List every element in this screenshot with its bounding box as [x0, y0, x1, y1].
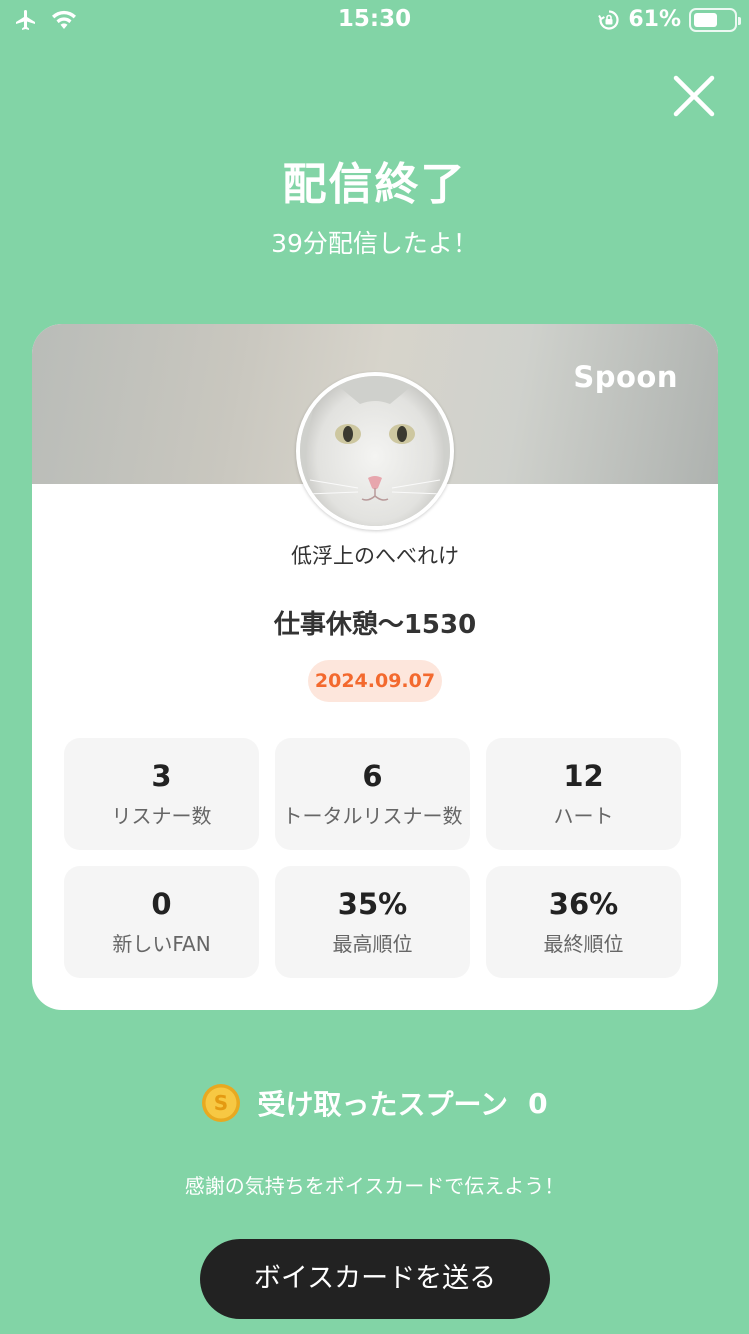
- stat-value: 6: [362, 759, 383, 793]
- broadcast-summary-card: Spoon 低浮上のへべれけ 仕事休憩〜1530 2024.09.07 3 リス…: [32, 324, 718, 1010]
- avatar[interactable]: [296, 372, 454, 530]
- status-right: 61%: [598, 7, 741, 32]
- spoons-received: S 受け取ったスプーン 0: [0, 1083, 749, 1123]
- stat-final-rank: 36% 最終順位: [486, 866, 681, 978]
- close-button[interactable]: [668, 70, 720, 122]
- stat-highest-rank: 35% 最高順位: [275, 866, 470, 978]
- stat-hearts: 12 ハート: [486, 738, 681, 850]
- stat-label: 最高順位: [332, 932, 413, 956]
- spoon-logo: Spoon: [573, 360, 678, 394]
- battery-icon: [689, 7, 741, 32]
- cat-avatar-image: [300, 376, 450, 526]
- status-bar: 15:30 61%: [0, 0, 749, 42]
- spoons-count: 0: [528, 1086, 548, 1120]
- rotation-lock-icon: [598, 9, 619, 30]
- stat-value: 36%: [548, 887, 619, 921]
- stat-label: 最終順位: [543, 932, 624, 956]
- svg-text:S: S: [214, 1091, 228, 1115]
- spoons-label: 受け取ったスプーン: [257, 1088, 509, 1121]
- username: 低浮上のへべれけ: [291, 544, 459, 568]
- battery-level: [694, 12, 718, 27]
- close-icon: [673, 75, 715, 117]
- page-title: 配信終了: [282, 159, 467, 210]
- send-voice-card-button[interactable]: ボイスカードを送る: [200, 1239, 550, 1319]
- stat-label: リスナー数: [111, 804, 212, 828]
- stat-label: 新しいFAN: [112, 932, 211, 956]
- stat-label: トータルリスナー数: [282, 804, 463, 828]
- battery-percent: 61%: [628, 7, 681, 32]
- stat-new-fans: 0 新しいFAN: [64, 866, 259, 978]
- date-badge: 2024.09.07: [308, 660, 442, 702]
- stat-value: 0: [151, 887, 172, 921]
- stat-value: 3: [151, 759, 172, 793]
- live-title: 仕事休憩〜1530: [273, 610, 477, 640]
- voice-card-hint: 感謝の気持ちをボイスカードで伝えよう！: [184, 1174, 565, 1198]
- spoon-coin-icon: S: [202, 1084, 241, 1122]
- stats-grid: 3 リスナー数 6 トータルリスナー数 12 ハート 0 新しいFAN 35% …: [64, 738, 681, 978]
- page-subtitle: 39分配信したよ！: [271, 229, 478, 258]
- stat-listeners: 3 リスナー数: [64, 738, 259, 850]
- stat-total-listeners: 6 トータルリスナー数: [275, 738, 470, 850]
- stat-value: 35%: [337, 887, 408, 921]
- stat-label: ハート: [553, 804, 614, 828]
- stat-value: 12: [563, 759, 604, 793]
